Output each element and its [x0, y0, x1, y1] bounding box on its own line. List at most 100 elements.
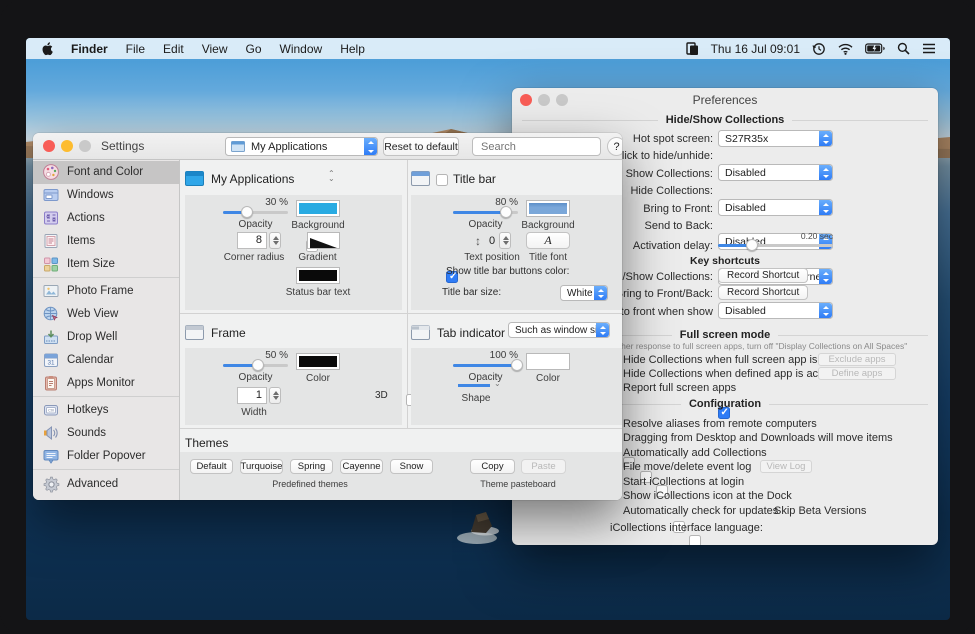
sidebar-item-actions[interactable]: Actions: [33, 207, 179, 230]
record-shortcut-button[interactable]: Record Shortcut: [718, 285, 808, 300]
opacity-slider[interactable]: [223, 205, 288, 219]
menu-clock[interactable]: Thu 16 Jul 09:01: [711, 42, 800, 56]
hot-spot-screen-dropdown[interactable]: S27R35x: [718, 130, 833, 147]
gradient-well[interactable]: [307, 232, 340, 249]
double-click-dropdown[interactable]: Disabled: [718, 164, 833, 181]
opacity-slider[interactable]: [223, 358, 288, 372]
reset-to-default-button[interactable]: Reset to default: [383, 137, 459, 156]
theme-default-button[interactable]: Default: [190, 459, 233, 474]
section-divider: [180, 428, 622, 429]
menu-app-name[interactable]: Finder: [71, 42, 108, 56]
menu-edit[interactable]: Edit: [163, 42, 184, 56]
sidebar-item-web-view[interactable]: Web View: [33, 303, 179, 326]
define-apps-button[interactable]: Define apps: [818, 367, 896, 380]
sidebar-item-drop-well[interactable]: Drop Well: [33, 326, 179, 349]
apple-menu-icon[interactable]: [40, 41, 53, 56]
hotkeys-icon: Ctrl: [42, 401, 60, 419]
preferences-titlebar[interactable]: Preferences: [512, 88, 938, 112]
tab-color-well[interactable]: [526, 353, 570, 370]
corner-radius-stepper[interactable]: [269, 232, 281, 249]
search-field[interactable]: [472, 137, 601, 156]
time-machine-icon[interactable]: [812, 42, 826, 56]
menu-view[interactable]: View: [202, 42, 228, 56]
dropdown-stepper-icon: [594, 286, 607, 300]
target-app-dropdown[interactable]: My Applications: [225, 137, 378, 156]
sidebar-item-advanced[interactable]: Advanced: [33, 472, 179, 495]
show-collections-dropdown[interactable]: Disabled: [718, 199, 833, 216]
background-color-well[interactable]: [296, 200, 340, 217]
record-shortcut-button[interactable]: Record Shortcut: [718, 268, 808, 283]
battery-icon[interactable]: [865, 43, 885, 54]
theme-turquoise-button[interactable]: Turquoise: [240, 459, 283, 474]
interface-language-label: iCollections interface language:: [610, 522, 763, 534]
clipboard-status-icon[interactable]: [686, 42, 699, 56]
sidebar-item-folder-popover[interactable]: Folder Popover: [33, 445, 179, 468]
shape-stepper-icon[interactable]: ⌃⌄: [494, 376, 501, 386]
exclude-apps-button[interactable]: Exclude apps: [818, 353, 896, 366]
width-field[interactable]: 1: [237, 387, 267, 404]
sidebar-item-hotkeys[interactable]: Ctrl Hotkeys: [33, 399, 179, 422]
menu-file[interactable]: File: [126, 42, 145, 56]
menu-go[interactable]: Go: [246, 42, 262, 56]
zoom-button[interactable]: [79, 140, 91, 152]
sidebar-item-font-and-color[interactable]: Font and Color: [33, 161, 179, 184]
opacity-label: Opacity: [453, 219, 518, 230]
title-bar-panel: 80 % Opacity Background ↕ 0 Text positio…: [411, 195, 622, 310]
file-event-log-label: File move/delete event log: [623, 461, 751, 473]
column-divider: [407, 160, 408, 428]
paste-theme-button[interactable]: Paste: [521, 459, 566, 474]
sidebar-item-sounds[interactable]: Sounds: [33, 422, 179, 445]
title-bar-size-dropdown[interactable]: Such as window size: [508, 322, 610, 338]
title-bar-enable-checkbox[interactable]: [436, 174, 448, 186]
search-input[interactable]: [481, 141, 622, 153]
status-bar-text-color-well[interactable]: [296, 267, 340, 284]
sidebar-item-item-size[interactable]: Item Size: [33, 252, 179, 275]
spotlight-search-icon[interactable]: [897, 42, 910, 55]
help-button[interactable]: ?: [607, 137, 622, 156]
theme-cayenne-button[interactable]: Cayenne: [340, 459, 383, 474]
sidebar-item-items[interactable]: Items: [33, 229, 179, 252]
theme-snow-button[interactable]: Snow: [390, 459, 433, 474]
sidebar-item-photo-frame[interactable]: Photo Frame: [33, 280, 179, 303]
frame-color-well[interactable]: [296, 353, 340, 370]
width-stepper[interactable]: [269, 387, 281, 404]
section-stepper-icon[interactable]: ⌃⌄: [328, 171, 335, 181]
activation-delay-slider[interactable]: [718, 238, 833, 252]
opacity-label: Opacity: [453, 372, 518, 383]
sidebar-divider: [33, 277, 179, 278]
notification-center-icon[interactable]: [922, 43, 936, 54]
settings-titlebar[interactable]: Settings My Applications Reset to defaul…: [33, 133, 622, 160]
palette-icon: [42, 163, 60, 181]
close-button[interactable]: [43, 140, 55, 152]
menu-window[interactable]: Window: [280, 42, 323, 56]
send-to-back-dropdown[interactable]: Disabled: [718, 302, 833, 319]
popover-icon: [42, 447, 60, 465]
shape-preview-line: [458, 384, 490, 387]
start-at-login-label: Start iCollections at login: [623, 476, 744, 488]
gradient-label: Gradient: [290, 252, 345, 263]
shape-label: Shape: [454, 393, 498, 404]
settings-content: My Applications ⌃⌄ Title bar 30 % Opacit…: [180, 160, 622, 500]
wifi-icon[interactable]: [838, 43, 853, 55]
sidebar-item-apps-monitor[interactable]: Apps Monitor: [33, 371, 179, 394]
opacity-slider[interactable]: [453, 358, 518, 372]
copy-theme-button[interactable]: Copy: [470, 459, 515, 474]
title-font-button[interactable]: A: [526, 232, 570, 249]
sidebar-item-calendar[interactable]: 31 Calendar: [33, 348, 179, 371]
actions-icon: [42, 209, 60, 227]
corner-radius-label: Corner radius: [221, 252, 287, 263]
view-log-button[interactable]: View Log: [760, 460, 812, 473]
text-position-stepper[interactable]: [499, 232, 511, 249]
opacity-slider[interactable]: [453, 205, 518, 219]
menu-help[interactable]: Help: [340, 42, 365, 56]
minimize-button[interactable]: [61, 140, 73, 152]
text-position-arrows-icon: ↕: [475, 234, 481, 248]
theme-spring-button[interactable]: Spring: [290, 459, 333, 474]
dragging-move-checkbox[interactable]: [689, 535, 701, 545]
corner-radius-field[interactable]: 8: [237, 232, 267, 249]
buttons-color-dropdown[interactable]: White: [560, 285, 608, 301]
predefined-themes-caption: Predefined themes: [255, 479, 365, 489]
background-color-well[interactable]: [526, 200, 570, 217]
sidebar-item-windows[interactable]: Windows: [33, 184, 179, 207]
status-bar-text-label: Status bar text: [280, 287, 356, 298]
